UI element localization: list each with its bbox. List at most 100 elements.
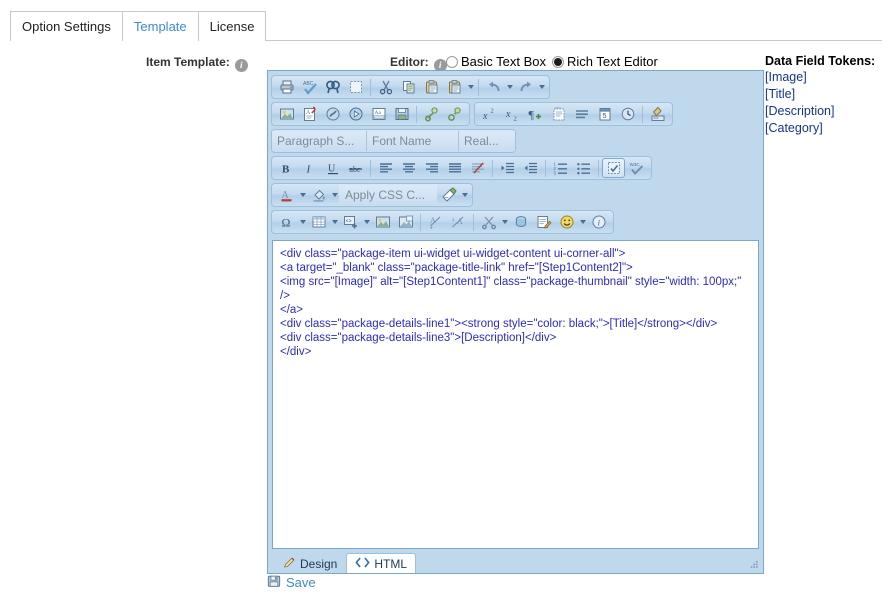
tab-option-settings[interactable]: Option Settings xyxy=(10,11,123,41)
radio-basic-text-box[interactable]: Basic Text Box xyxy=(446,54,546,69)
chevron-down-icon[interactable] xyxy=(330,212,339,232)
silverlight-icon[interactable] xyxy=(509,212,532,232)
insert-table-icon[interactable] xyxy=(307,212,330,232)
paragraph-style-select[interactable]: Paragraph S... xyxy=(272,131,367,151)
insert-media-icon[interactable] xyxy=(344,104,367,124)
token-category[interactable]: [Category] xyxy=(765,120,890,137)
image-map-editor-icon[interactable] xyxy=(371,212,394,232)
svg-text:abc: abc xyxy=(555,106,561,110)
undo-icon[interactable] xyxy=(482,77,505,97)
chevron-down-icon[interactable] xyxy=(298,212,307,232)
tab-template[interactable]: Template xyxy=(121,11,199,42)
remove-link-icon[interactable] xyxy=(443,104,466,124)
format-code-block-icon[interactable]: <> xyxy=(646,104,669,124)
subscript-icon[interactable]: x2 xyxy=(501,104,524,124)
indent-icon[interactable] xyxy=(496,158,519,178)
radio-dot-rich[interactable] xyxy=(552,55,565,68)
tab-option-settings-label: Option Settings xyxy=(22,19,111,34)
align-right-icon[interactable] xyxy=(420,158,443,178)
info-icon[interactable]: i xyxy=(234,59,248,72)
foreground-color-icon[interactable]: A xyxy=(275,185,298,205)
svg-text:x: x xyxy=(482,111,488,122)
save-disk-icon[interactable] xyxy=(390,104,413,124)
paste-icon[interactable] xyxy=(420,77,443,97)
insert-flash-icon[interactable] xyxy=(321,104,344,124)
strikethrough-icon[interactable]: abc xyxy=(344,158,367,178)
chevron-down-icon[interactable] xyxy=(466,77,475,97)
image-manager-icon[interactable] xyxy=(394,212,417,232)
toolbar-separator xyxy=(642,105,643,123)
numbered-list-icon[interactable]: 123 xyxy=(549,158,572,178)
about-icon[interactable]: i xyxy=(587,212,610,232)
align-center-icon[interactable] xyxy=(397,158,420,178)
chevron-down-icon[interactable] xyxy=(298,185,307,205)
resize-grip[interactable] xyxy=(748,559,759,570)
svg-text:Aa: Aa xyxy=(374,110,381,116)
insert-symbol-icon[interactable]: Ω xyxy=(275,212,298,232)
justify-icon[interactable] xyxy=(443,158,466,178)
format-painter-icon[interactable] xyxy=(437,185,460,205)
insert-image-icon[interactable] xyxy=(275,104,298,124)
editor-tab-html[interactable]: HTML xyxy=(346,553,417,573)
tab-template-label: Template xyxy=(133,19,187,34)
html-source-area[interactable] xyxy=(272,240,759,549)
font-size-select[interactable]: Real... xyxy=(459,131,515,151)
html-source-textarea[interactable] xyxy=(273,241,758,548)
chevron-down-icon[interactable] xyxy=(362,212,371,232)
annotation-icon[interactable] xyxy=(532,212,555,232)
redo-icon[interactable] xyxy=(514,77,537,97)
insert-template-icon[interactable]: Aa xyxy=(367,104,390,124)
cut-tool-icon[interactable] xyxy=(477,212,500,232)
align-left-icon[interactable] xyxy=(374,158,397,178)
rich-text-editor: ABC A Aa x 2 x 2 ¶ abc 5 <> Paragraph S.… xyxy=(267,70,764,574)
change-case-icon[interactable]: aA xyxy=(447,212,470,232)
toolbar-row-5: A Apply CSS C... xyxy=(271,183,760,207)
token-description[interactable]: [Description] xyxy=(765,103,890,120)
italic-icon[interactable]: I xyxy=(298,158,321,178)
format-paragraph-icon[interactable]: ¶ xyxy=(524,104,547,124)
outdent-icon[interactable] xyxy=(519,158,542,178)
chevron-down-icon[interactable] xyxy=(505,77,514,97)
font-name-select[interactable]: Font Name xyxy=(367,131,459,151)
remove-formatting-icon[interactable] xyxy=(466,158,489,178)
horizontal-rule-icon[interactable] xyxy=(570,104,593,124)
insert-time-icon[interactable] xyxy=(616,104,639,124)
tab-license[interactable]: License xyxy=(197,11,267,41)
radio-rich-text-editor[interactable]: Rich Text Editor xyxy=(552,54,658,69)
chevron-down-icon[interactable] xyxy=(460,185,469,205)
token-title[interactable]: [Title] xyxy=(765,86,890,103)
radio-dot-basic[interactable] xyxy=(446,55,458,68)
tab-license-label: License xyxy=(209,19,255,34)
token-image[interactable]: [Image] xyxy=(765,69,890,86)
module-manager-icon[interactable] xyxy=(602,158,625,178)
insert-date-icon[interactable]: 5 xyxy=(593,104,616,124)
chevron-down-icon[interactable] xyxy=(500,212,509,232)
insert-paragraph-icon[interactable]: abc xyxy=(547,104,570,124)
hyperlink-icon[interactable] xyxy=(420,104,443,124)
strip-formatting-icon[interactable]: A xyxy=(424,212,447,232)
svg-text:Ω: Ω xyxy=(281,216,290,230)
bulleted-list-icon[interactable] xyxy=(572,158,595,178)
chevron-down-icon[interactable] xyxy=(578,212,587,232)
apply-css-class-select[interactable]: Apply CSS C... xyxy=(339,185,437,205)
superscript-icon[interactable]: x2 xyxy=(478,104,501,124)
insert-document-icon[interactable]: A xyxy=(298,104,321,124)
print-icon[interactable] xyxy=(275,77,298,97)
background-color-icon[interactable] xyxy=(307,185,330,205)
w3c-validate-icon[interactable]: W3C xyxy=(625,158,648,178)
data-field-tokens-panel: Data Field Tokens: [Image] [Title] [Desc… xyxy=(765,54,890,137)
underline-icon[interactable]: U xyxy=(321,158,344,178)
insert-snippet-icon[interactable]: <> xyxy=(339,212,362,232)
emoticon-icon[interactable] xyxy=(555,212,578,232)
chevron-down-icon[interactable] xyxy=(537,77,546,97)
copy-icon[interactable] xyxy=(397,77,420,97)
spellcheck-icon[interactable]: ABC xyxy=(298,77,321,97)
cut-icon[interactable] xyxy=(374,77,397,97)
paste-options-icon[interactable] xyxy=(443,77,466,97)
bold-icon[interactable]: B xyxy=(275,158,298,178)
select-all-icon[interactable] xyxy=(344,77,367,97)
find-replace-icon[interactable] xyxy=(321,77,344,97)
chevron-down-icon[interactable] xyxy=(330,185,339,205)
save-button[interactable]: Save xyxy=(267,574,316,591)
editor-tab-design[interactable]: Design xyxy=(274,553,346,573)
